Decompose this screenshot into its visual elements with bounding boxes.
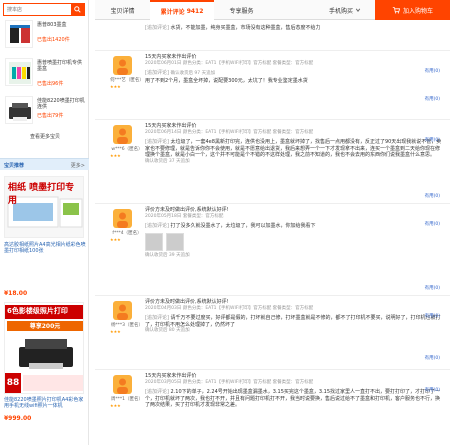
review-label: [追加评论] — [145, 25, 169, 31]
review-item: 周***1（匿名） ★★★ 15天内买家未作出评价 2020年03月05日 颜色… — [95, 371, 450, 445]
review-append-label: [追加评论] — [145, 315, 169, 321]
tab-exclusive-service[interactable]: 专享服务 — [214, 0, 269, 20]
review-append-text: 打了没多久就没墨水了，太垃圾了，我可以加墨水，你加给我看下 — [170, 223, 316, 229]
avatar — [113, 125, 132, 144]
useful-button[interactable]: 有用(0) — [425, 137, 440, 143]
recommend-title: 宝贝推荐 — [4, 163, 25, 169]
rating-icon: ★★★ — [110, 237, 121, 242]
useful-button[interactable]: 有用(0) — [425, 387, 440, 393]
sidebar-product[interactable]: 惠普喷墨打印机专供墨盒 已售出96件 — [5, 58, 85, 88]
review-meta: 2020年03月05日 颜色分类：EAT1【手机WIFI打印】官方标配 套餐类型… — [145, 379, 314, 385]
product-thumbnail — [5, 96, 33, 124]
view-more-products-link[interactable]: 查看更多宝贝 — [30, 133, 60, 140]
useful-button[interactable]: 有用(0) — [425, 221, 440, 227]
shop-search-input[interactable] — [4, 4, 70, 15]
rating-icon: ★★★ — [110, 329, 121, 334]
useful-button[interactable]: 有用(0) — [425, 313, 440, 319]
review-item: 何***艺（匿名） ★★★ 15天内买家未作出评价 2020年06月01日 颜色… — [95, 52, 450, 117]
sidebar-product[interactable]: 佳能8220喷墨打印机连供 已售出79件 — [5, 96, 85, 126]
review-append-text: 太垃圾了，一套4e8黑新打印完，连供也没用上，墨盒就坏掉了，找售后一点用都没有，… — [145, 139, 442, 158]
product-name: 惠普喷墨打印机专供墨盒 — [37, 60, 83, 72]
review-append-meta: 确认收货后 80 天追加 — [145, 328, 190, 333]
review-count: 9412 — [186, 7, 204, 15]
review-append-label: [追加评论] — [145, 223, 169, 229]
product-sold: 已售出96件 — [37, 81, 64, 87]
avatar — [113, 56, 132, 75]
review-meta: 2020年04月03日 颜色分类：EAT1【手机WIFI打印】官方标配 套餐类型… — [145, 305, 314, 311]
ad-banner-text: 6色影楼级照片打印 — [7, 307, 68, 315]
review-meta: 2020年05月18日 套餐类型：官方标配 — [145, 213, 224, 219]
reviewer-name: 何***艺（匿名） — [110, 78, 144, 83]
tab-mobile-purchase[interactable]: 手机购买 — [315, 0, 375, 20]
useful-button[interactable]: 有用(0) — [425, 96, 440, 102]
avatar — [113, 375, 132, 394]
review-append-label: [追加评论] — [145, 70, 169, 76]
product-sold: 已售出1420件 — [37, 37, 70, 43]
ad-description: 佳能8220喷墨照片打印机A4彩色家用手机无线wifi照片一体机 — [4, 397, 84, 409]
reviewer-name: f***4（匿名） — [112, 231, 142, 236]
detail-tab-bar: 宝贝详情 累计评论 9412 专享服务 手机购买 加入购物车 — [95, 0, 450, 20]
rating-icon: ★★★ — [110, 153, 121, 158]
rating-icon: ★★★ — [110, 403, 121, 408]
useful-button[interactable]: 有用(0) — [425, 285, 440, 291]
review-append-meta: 确认收货后 37 天追加 — [145, 158, 190, 164]
review-append-label: [追加评论] — [145, 389, 169, 395]
ad-description: 高达胶相纸照片A4高光相片纸彩色喷墨打印相纸100张 — [4, 242, 86, 254]
recommend-more-link[interactable]: 更多> — [71, 162, 85, 169]
review-append-meta: 确认收货后 97 天追加 — [170, 71, 216, 76]
recommend-header: 宝贝推荐 更多> — [0, 158, 89, 170]
review-append-label: [追加评论] — [145, 139, 169, 145]
review-item: f***4（匿名） ★★★ 评价方未及时做出评价,系统默认好评! 2020年05… — [95, 205, 450, 293]
review-item: 杨***3（匿名） ★★★ 评价方未及时做出评价,系统默认好评! 2020年04… — [95, 297, 450, 367]
ad-banner-subtext: 尊享200元 — [7, 321, 83, 331]
cart-icon — [392, 7, 400, 14]
search-icon — [74, 6, 81, 13]
review-text: 水货，不能加墨，纯身买墨盒，市场没有这种墨盒，售后态度不给力 — [170, 25, 321, 31]
useful-button[interactable]: 有用(0) — [425, 193, 440, 199]
ad-banner-image: 相纸 喷墨打印专用 — [4, 176, 84, 238]
reviewer-name: w***6（匿名） — [111, 147, 143, 152]
tab-reviews[interactable]: 累计评论 9412 — [150, 0, 214, 20]
review-append-meta: 确认收货后 39 天追加 — [145, 253, 190, 258]
ad-banner-image: 6色影楼级照片打印 尊享200元 88 — [4, 302, 84, 394]
useful-button[interactable]: 有用(0) — [425, 68, 440, 74]
ad-sale-badge: 88 — [5, 373, 21, 393]
product-thumbnail — [5, 58, 33, 86]
recommend-item[interactable]: 相纸 喷墨打印专用 高达胶相纸照片A4高光相片纸彩色喷墨打印相纸100张 ¥18… — [4, 176, 86, 301]
product-sold: 已售出79件 — [37, 113, 64, 119]
review-meta: 2020年06月14日 颜色分类：EAT1【手机WIFI打印】官方标配 套餐类型… — [145, 129, 314, 135]
ad-price: ¥999.00 — [4, 415, 32, 422]
reviewer-name: 周***1（匿名） — [110, 397, 144, 402]
add-to-cart-button[interactable]: 加入购物车 — [375, 0, 450, 20]
rating-icon: ★★★ — [110, 84, 121, 89]
search-button[interactable] — [71, 4, 84, 15]
review-photo[interactable] — [145, 232, 163, 251]
tab-product-details[interactable]: 宝贝详情 — [95, 0, 150, 20]
review-photo[interactable] — [166, 232, 184, 251]
ad-price: ¥18.00 — [4, 290, 28, 297]
review-item: [追加评论] 水货，不能加墨，纯身买墨盒，市场没有这种墨盒，售后态度不给力 — [95, 20, 450, 46]
review-photos — [145, 232, 442, 254]
ad-banner-text: 相纸 喷墨打印专用 — [8, 183, 75, 206]
recommend-item[interactable]: 6色影楼级照片打印 尊享200元 88 佳能8220喷墨照片打印机A4彩色家用手… — [4, 302, 84, 442]
product-name: 佳能8220喷墨打印机连供 — [37, 98, 85, 110]
shop-search — [3, 3, 85, 16]
chevron-down-icon — [355, 8, 361, 12]
avatar — [113, 301, 132, 320]
sidebar-product[interactable]: 惠普803墨盒 已售出1420件 — [5, 20, 85, 50]
review-append-text: 2.10下的单子，2.24号开始出现墨盒漏墨水，3.15买完这个墨盒，3.15找… — [145, 389, 441, 408]
avatar — [113, 209, 132, 228]
product-name: 惠普803墨盒 — [37, 22, 67, 28]
product-thumbnail — [5, 20, 33, 48]
review-append-text: 用了不到2个月，墨盒全坏掉，说配要300元，太坑了！我专业鉴定墨水货 — [145, 77, 308, 84]
review-meta: 2020年06月01日 颜色分类：EAT1【手机WIFI打印】官方标配 套餐类型… — [145, 60, 314, 66]
review-item: w***6（匿名） ★★★ 15天内买家未作出评价 2020年06月14日 颜色… — [95, 121, 450, 201]
reviewer-name: 杨***3（匿名） — [110, 323, 144, 328]
review-append-text: 请千万不要过度买，好评都是假的，打坏就自己修，打坏墨盒就是不修的，都不了打印机不… — [145, 315, 441, 328]
useful-button[interactable]: 有用(0) — [425, 355, 440, 361]
